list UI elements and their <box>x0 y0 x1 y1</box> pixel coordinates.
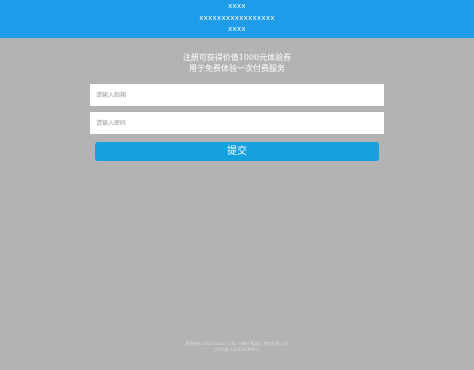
promo-line-2: 用于免费体验一次付费服务 <box>189 64 285 73</box>
promo-line-1: 注册可获得价值1000元体验券 <box>182 53 292 62</box>
footer-icp: 沪ICP备 1234567890号 <box>214 347 260 352</box>
password-field[interactable] <box>90 112 384 134</box>
email-field[interactable] <box>90 84 384 106</box>
top-header: xxxx xxxxxxxxxxxxxxxxx xxxx <box>0 0 474 38</box>
header-line-3: xxxx <box>228 25 246 33</box>
submit-button[interactable]: 提交 <box>95 142 379 161</box>
header-line-1: xxxx <box>228 2 246 10</box>
header-line-2: xxxxxxxxxxxxxxxxx <box>199 14 275 22</box>
